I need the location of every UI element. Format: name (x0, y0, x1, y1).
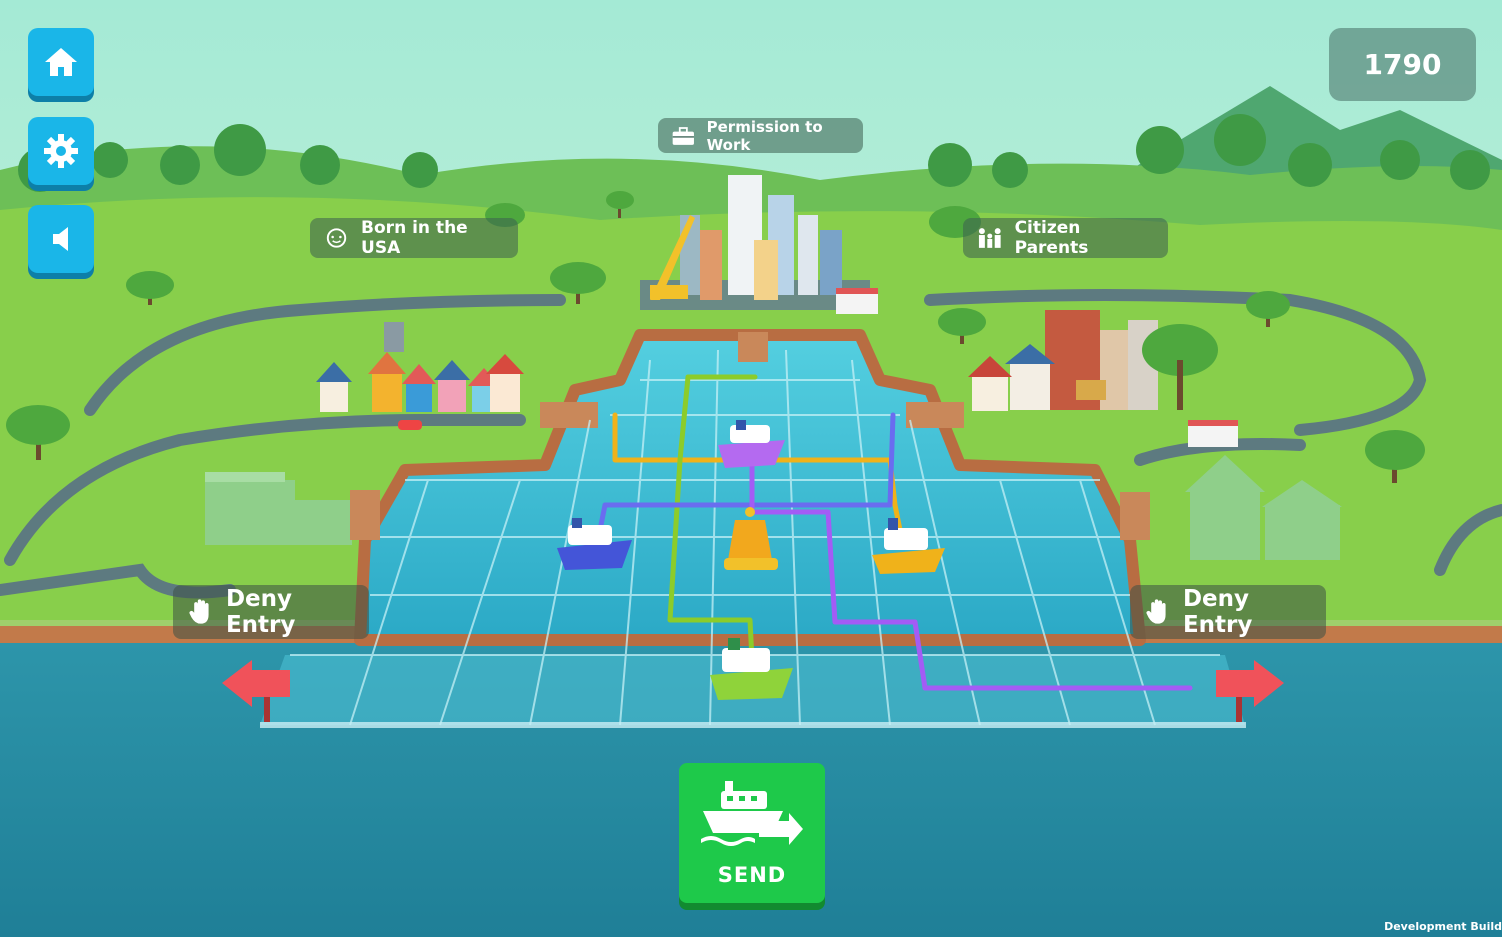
deny-entry-left: Deny Entry (173, 585, 369, 639)
score-value: 1790 (1363, 48, 1442, 81)
settings-button[interactable] (28, 117, 94, 185)
home-button[interactable] (28, 28, 94, 96)
speaker-icon (53, 227, 68, 251)
destination-citizen-parents: Citizen Parents (963, 218, 1168, 258)
baby-icon (326, 228, 347, 248)
family-icon (978, 228, 1001, 248)
stop-hand-icon (189, 599, 209, 624)
deny-entry-right: Deny Entry (1130, 585, 1326, 639)
stop-hand-icon (1146, 599, 1166, 624)
sound-button[interactable] (28, 205, 94, 273)
destination-label: Citizen Parents (1014, 218, 1089, 258)
score-display: 1790 (1329, 28, 1476, 101)
deny-entry-label: Deny Entry (1182, 586, 1253, 638)
development-build-label: Development Build (1384, 920, 1502, 933)
destination-label: Permission to Work (706, 117, 823, 154)
briefcase-icon (672, 126, 694, 145)
destination-born-in-usa: Born in the USA (310, 218, 518, 258)
home-icon (45, 48, 77, 76)
destination-label: Born in the USA (361, 218, 468, 258)
destination-permission-to-work: Permission to Work (658, 117, 863, 154)
deny-entry-label: Deny Entry (225, 586, 296, 638)
send-button[interactable]: SEND (679, 763, 825, 903)
send-label: SEND (717, 863, 787, 887)
boat-send-icon (701, 781, 803, 846)
gear-icon (44, 134, 78, 168)
